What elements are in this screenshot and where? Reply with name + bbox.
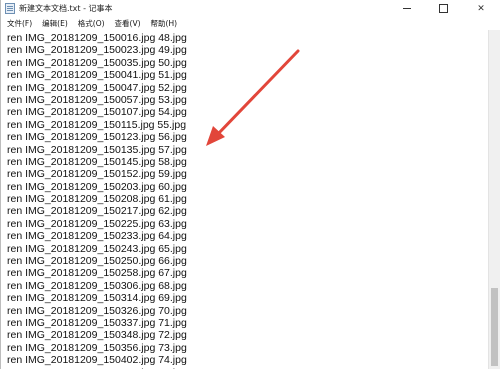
minimize-button[interactable] — [389, 0, 425, 17]
text-line: ren IMG_20181209_150306.jpg 68.jpg — [7, 279, 187, 292]
vertical-scrollbar[interactable] — [488, 30, 500, 369]
text-line: ren IMG_20181209_150348.jpg 72.jpg — [7, 329, 187, 342]
text-line: ren IMG_20181209_150145.jpg 58.jpg — [7, 155, 187, 168]
notepad-app-icon — [5, 3, 15, 14]
text-line: ren IMG_20181209_150107.jpg 54.jpg — [7, 106, 187, 119]
text-line: ren IMG_20181209_150243.jpg 65.jpg — [7, 242, 187, 255]
text-line: ren IMG_20181209_150402.jpg 74.jpg — [7, 354, 187, 367]
text-line: ren IMG_20181209_150356.jpg 73.jpg — [7, 341, 187, 354]
maximize-button[interactable] — [425, 0, 461, 17]
text-line: ren IMG_20181209_150233.jpg 64.jpg — [7, 230, 187, 243]
text-line: ren IMG_20181209_150337.jpg 71.jpg — [7, 316, 187, 329]
menu-help[interactable]: 帮助(H) — [147, 18, 182, 29]
text-line: ren IMG_20181209_150326.jpg 70.jpg — [7, 304, 187, 317]
window-title: 新建文本文档.txt - 记事本 — [19, 4, 113, 13]
title-bar[interactable]: 新建文本文档.txt - 记事本 ✕ — [1, 0, 500, 17]
text-line: ren IMG_20181209_150023.jpg 49.jpg — [7, 44, 187, 57]
text-line: ren IMG_20181209_150217.jpg 62.jpg — [7, 205, 187, 218]
text-line: ren IMG_20181209_150035.jpg 50.jpg — [7, 56, 187, 69]
text-line: ren IMG_20181209_150057.jpg 53.jpg — [7, 93, 187, 106]
text-line: ren IMG_20181209_150135.jpg 57.jpg — [7, 143, 187, 156]
menu-edit[interactable]: 编辑(E) — [38, 18, 72, 29]
text-line: ren IMG_20181209_150250.jpg 66.jpg — [7, 255, 187, 268]
scrollbar-thumb[interactable] — [491, 288, 498, 366]
text-line: ren IMG_20181209_150016.jpg 48.jpg — [7, 32, 187, 44]
text-line: ren IMG_20181209_150123.jpg 56.jpg — [7, 131, 187, 144]
close-button[interactable]: ✕ — [461, 0, 500, 17]
menu-view[interactable]: 查看(V) — [111, 18, 145, 29]
text-editor-area[interactable]: ren IMG_20181209_150016.jpg 48.jpg ren IM… — [1, 30, 489, 369]
text-line: ren IMG_20181209_150203.jpg 60.jpg — [7, 180, 187, 193]
menu-bar: 文件(F) 编辑(E) 格式(O) 查看(V) 帮助(H) — [1, 17, 500, 31]
text-line: ren IMG_20181209_150041.jpg 51.jpg — [7, 69, 187, 82]
maximize-icon — [438, 4, 448, 13]
text-line: ren IMG_20181209_150225.jpg 63.jpg — [7, 217, 187, 230]
minimize-icon — [403, 8, 411, 9]
text-line: ren IMG_20181209_150208.jpg 61.jpg — [7, 193, 187, 206]
text-line: ren IMG_20181209_150152.jpg 59.jpg — [7, 168, 187, 181]
notepad-window: 新建文本文档.txt - 记事本 ✕ 文件(F) 编辑(E) 格式(O) 查看(… — [0, 0, 500, 369]
text-line: ren IMG_20181209_150258.jpg 67.jpg — [7, 267, 187, 280]
text-line: ren IMG_20181209_150314.jpg 69.jpg — [7, 292, 187, 305]
menu-format[interactable]: 格式(O) — [74, 18, 109, 29]
close-icon: ✕ — [477, 3, 485, 14]
text-content: ren IMG_20181209_150016.jpg 48.jpg ren IM… — [7, 32, 187, 369]
text-line: ren IMG_20181209_150047.jpg 52.jpg — [7, 81, 187, 94]
menu-file[interactable]: 文件(F) — [3, 18, 36, 29]
text-line: ren IMG_20181209_150115.jpg 55.jpg — [7, 118, 187, 131]
window-controls: ✕ — [389, 0, 500, 17]
